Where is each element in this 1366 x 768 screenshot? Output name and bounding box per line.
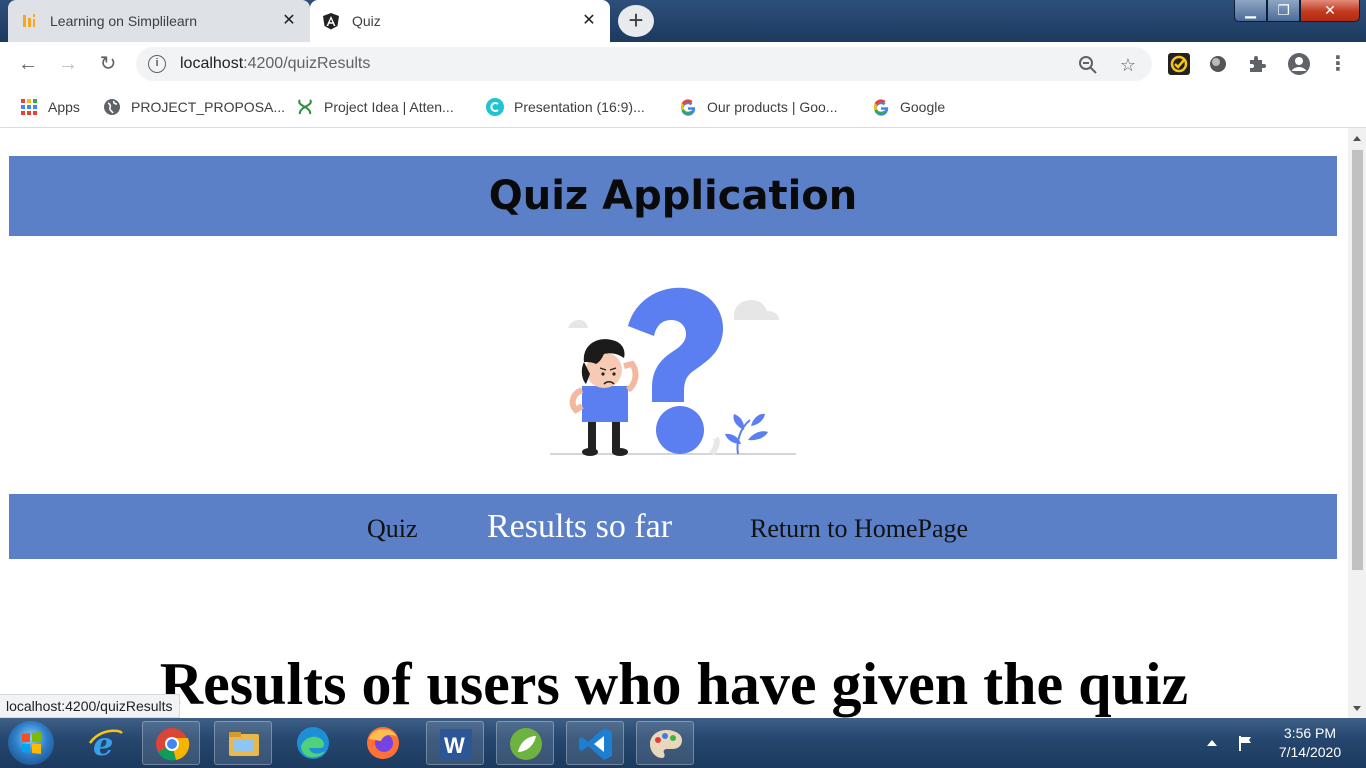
taskbar-edge[interactable] (284, 721, 342, 765)
show-hidden-icons-icon[interactable] (1207, 740, 1217, 746)
system-clock[interactable]: 3:56 PM 7/14/2020 (1262, 724, 1358, 762)
address-bar[interactable]: i localhost:4200/quizResults ☆ (136, 47, 1152, 81)
back-arrow-icon[interactable]: ← (14, 50, 42, 78)
scroll-down-arrow-icon[interactable] (1353, 706, 1361, 711)
clock-date: 7/14/2020 (1278, 744, 1342, 760)
app-header-banner: Quiz Application (9, 156, 1337, 236)
simplilearn-icon (23, 14, 35, 27)
bookmark-label: Presentation (16:9)... (514, 99, 645, 115)
bookmark-our-products[interactable]: Our products | Goo... (679, 96, 837, 118)
nav-link-results[interactable]: Results so far (487, 508, 672, 546)
file-explorer-icon (229, 732, 259, 756)
bookmark-project-proposal[interactable]: PROJECT_PROPOSA... (103, 96, 285, 118)
bookmark-apps[interactable]: Apps (20, 96, 80, 118)
tab-title: Learning on Simplilearn (50, 13, 198, 29)
bookmark-label: Our products | Goo... (707, 99, 838, 115)
site-info-icon[interactable]: i (148, 55, 166, 73)
angular-icon (323, 13, 339, 30)
bookmark-label: Apps (48, 99, 80, 115)
reload-icon[interactable]: ↻ (94, 50, 122, 78)
hackerearth-icon (298, 99, 312, 115)
taskbar-file-explorer[interactable] (214, 721, 272, 765)
restore-button[interactable]: ❐ (1267, 0, 1300, 22)
confused-person-question-illustration (550, 287, 796, 456)
tab-quiz[interactable]: Quiz ✕ (310, 0, 610, 42)
zoom-out-icon[interactable] (1078, 55, 1098, 75)
scrollbar-thumb[interactable] (1352, 150, 1363, 570)
browser-toolbar: ← → ↻ i localhost:4200/quizResults ☆ ⋮ (0, 42, 1366, 86)
action-center-flag-icon[interactable] (1236, 734, 1254, 752)
taskbar-word[interactable]: W (426, 721, 484, 765)
chrome-icon (156, 728, 190, 761)
menu-kebab-icon[interactable]: ⋮ (1324, 50, 1352, 78)
windows-taskbar: e W 3:56 PM 7/14/2020 (0, 718, 1366, 768)
minimize-button[interactable]: ▁ (1234, 0, 1267, 22)
tab-title: Quiz (352, 13, 381, 29)
tab-close-icon[interactable]: ✕ (280, 12, 298, 30)
word-icon: W (440, 729, 472, 759)
bookmark-label: PROJECT_PROPOSA... (131, 99, 286, 115)
nav-link-homepage[interactable]: Return to HomePage (750, 514, 968, 544)
bookmark-label: Project Idea | Atten... (324, 99, 454, 115)
taskbar-spring-tool-suite[interactable] (496, 721, 554, 765)
canva-icon (486, 98, 504, 116)
taskbar-firefox[interactable] (354, 721, 412, 765)
bookmarks-bar: Apps PROJECT_PROPOSA... Project Idea | A… (0, 86, 1366, 128)
main-navigation: Quiz Results so far Return to HomePage (9, 494, 1337, 559)
svg-text:W: W (444, 733, 465, 758)
vscode-icon (579, 728, 612, 760)
windows-logo-icon (22, 732, 41, 754)
taskbar-internet-explorer[interactable]: e (76, 721, 134, 765)
taskbar-chrome[interactable] (142, 721, 200, 765)
taskbar-vscode[interactable] (566, 721, 624, 765)
internet-explorer-icon: e (88, 725, 123, 761)
norton-extension-icon[interactable] (1167, 52, 1191, 76)
bookmark-google[interactable]: Google (872, 96, 945, 118)
edge-icon (297, 727, 329, 759)
clock-time: 3:56 PM (1283, 725, 1337, 741)
paint-icon (650, 730, 682, 758)
apps-grid-icon (21, 99, 37, 115)
tab-close-icon[interactable]: ✕ (580, 12, 598, 30)
firefox-icon (367, 727, 399, 759)
url-host: localhost (180, 55, 244, 72)
tab-simplilearn[interactable]: Learning on Simplilearn ✕ (8, 0, 310, 42)
bookmark-presentation[interactable]: Presentation (16:9)... (486, 96, 645, 118)
taskbar-paint[interactable] (636, 721, 694, 765)
extension-circle-icon[interactable] (1206, 52, 1230, 76)
web-page: Quiz Application Quiz Results so far Ret… (0, 128, 1348, 718)
app-title: Quiz Application (488, 173, 858, 219)
link-status-bubble: localhost:4200/quizResults (0, 694, 180, 718)
profile-avatar-icon[interactable] (1287, 52, 1311, 76)
bookmark-star-icon[interactable]: ☆ (1118, 55, 1138, 75)
new-tab-button[interactable]: + (618, 5, 654, 37)
close-window-button[interactable]: ✕ (1300, 0, 1360, 22)
google-icon (680, 99, 696, 116)
globe-icon (104, 99, 120, 115)
browser-tab-strip: Learning on Simplilearn ✕ Quiz ✕ + ▁ ❐ ✕ (0, 0, 1366, 42)
url-path: :4200/quizResults (243, 55, 371, 72)
start-button[interactable] (8, 721, 54, 765)
forward-arrow-icon[interactable]: → (54, 50, 82, 78)
page-scrollbar[interactable] (1348, 128, 1366, 718)
bookmark-label: Google (900, 99, 946, 115)
extensions-puzzle-icon[interactable] (1246, 52, 1270, 76)
google-icon (873, 99, 889, 116)
results-heading: Results of users who have given the quiz (159, 651, 1189, 717)
nav-link-quiz[interactable]: Quiz (367, 514, 418, 544)
bookmark-project-idea[interactable]: Project Idea | Atten... (296, 96, 454, 118)
scroll-up-arrow-icon[interactable] (1353, 136, 1361, 141)
spring-tool-suite-icon (510, 728, 542, 760)
